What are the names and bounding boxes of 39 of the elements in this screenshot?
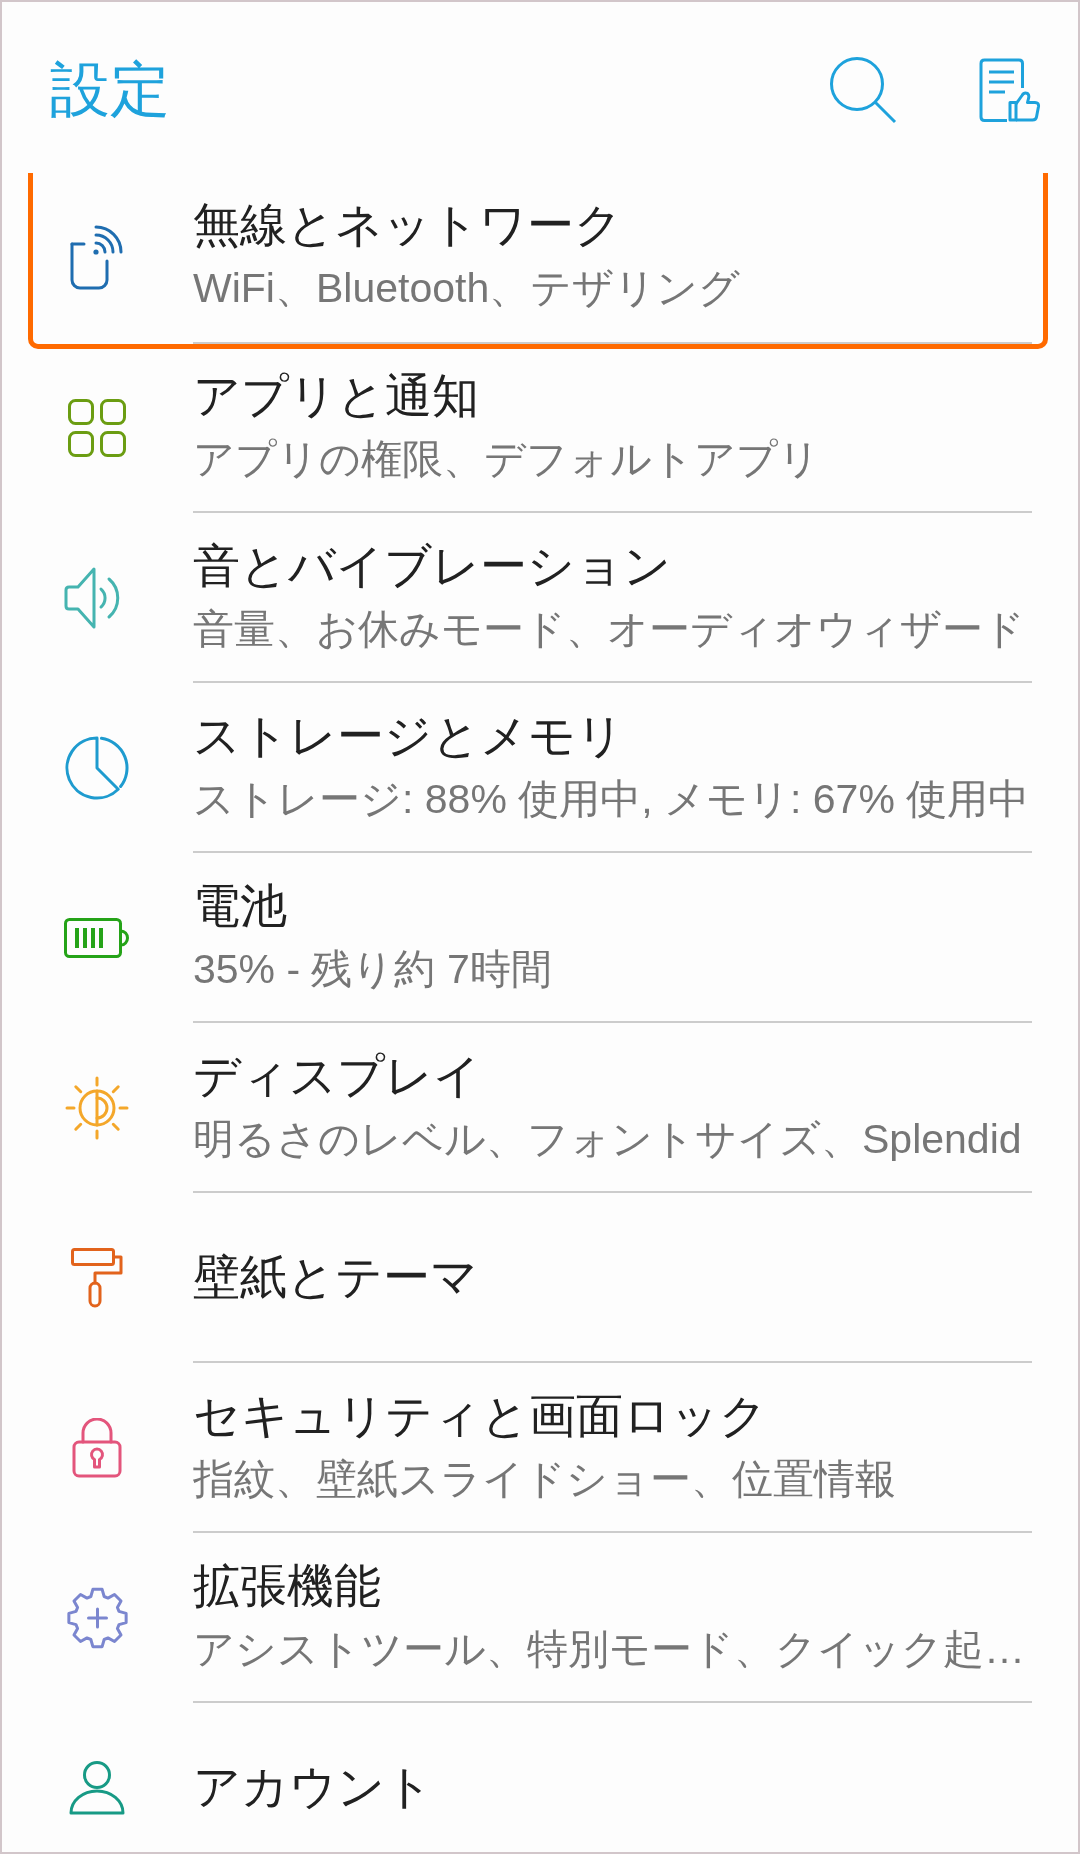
app-grid-icon bbox=[68, 399, 126, 457]
paint-roller-icon bbox=[71, 1248, 123, 1308]
item-subtitle: 指紋、壁紙スライドショー、位置情報 bbox=[193, 1455, 896, 1504]
settings-item[interactable]: 無線とネットワーク WiFi、Bluetooth、テザリング bbox=[28, 173, 1048, 349]
item-title: 拡張機能 bbox=[193, 1558, 381, 1614]
item-subtitle: アシストツール、特別モード、クイック起… bbox=[193, 1625, 1025, 1674]
item-title: アカウント bbox=[193, 1759, 433, 1815]
item-title: 音とバイブレーション bbox=[193, 538, 671, 594]
item-subtitle: 35% - 残り約 7時間 bbox=[193, 945, 552, 994]
wifi-phone-icon bbox=[70, 223, 124, 290]
document-thumbs-up-icon[interactable] bbox=[979, 57, 1041, 122]
item-subtitle: ストレージ: 88% 使用中, メモリ: 67% 使用中 bbox=[193, 775, 1030, 824]
settings-item[interactable]: 電池 35% - 残り約 7時間 bbox=[28, 853, 1048, 1023]
settings-item[interactable]: セキュリティと画面ロック 指紋、壁紙スライドショー、位置情報 bbox=[28, 1363, 1048, 1533]
settings-item[interactable]: 拡張機能 アシストツール、特別モード、クイック起… bbox=[28, 1533, 1048, 1703]
battery-icon bbox=[64, 918, 130, 958]
item-title: 電池 bbox=[193, 878, 287, 934]
pie-chart-icon bbox=[65, 735, 129, 801]
settings-item[interactable]: アカウント bbox=[28, 1703, 1048, 1852]
gear-plus-icon bbox=[65, 1587, 129, 1649]
item-subtitle: 音量、お休みモード、オーディオウィザード bbox=[193, 605, 1025, 654]
item-title: セキュリティと画面ロック bbox=[193, 1388, 767, 1444]
person-icon bbox=[69, 1761, 125, 1815]
item-title: 無線とネットワーク bbox=[193, 196, 622, 253]
settings-item[interactable]: ストレージとメモリ ストレージ: 88% 使用中, メモリ: 67% 使用中 bbox=[28, 683, 1048, 853]
padlock-icon bbox=[72, 1418, 122, 1478]
sun-icon bbox=[65, 1076, 129, 1140]
item-subtitle: WiFi、Bluetooth、テザリング bbox=[193, 263, 741, 313]
item-title: ストレージとメモリ bbox=[193, 708, 624, 764]
item-title: ディスプレイ bbox=[193, 1048, 481, 1104]
settings-item[interactable]: 壁紙とテーマ bbox=[28, 1193, 1048, 1363]
item-subtitle: 明るさのレベル、フォントサイズ、Splendid bbox=[193, 1115, 1022, 1164]
item-title: アプリと通知 bbox=[193, 368, 479, 424]
item-title: 壁紙とテーマ bbox=[193, 1249, 478, 1305]
settings-item[interactable]: 音とバイブレーション 音量、お休みモード、オーディオウィザード bbox=[28, 513, 1048, 683]
page-title: 設定 bbox=[50, 54, 170, 125]
search-icon[interactable] bbox=[829, 55, 897, 124]
settings-item[interactable]: ディスプレイ 明るさのレベル、フォントサイズ、Splendid bbox=[28, 1023, 1048, 1193]
item-subtitle: アプリの権限、デフォルトアプリ bbox=[193, 435, 820, 484]
